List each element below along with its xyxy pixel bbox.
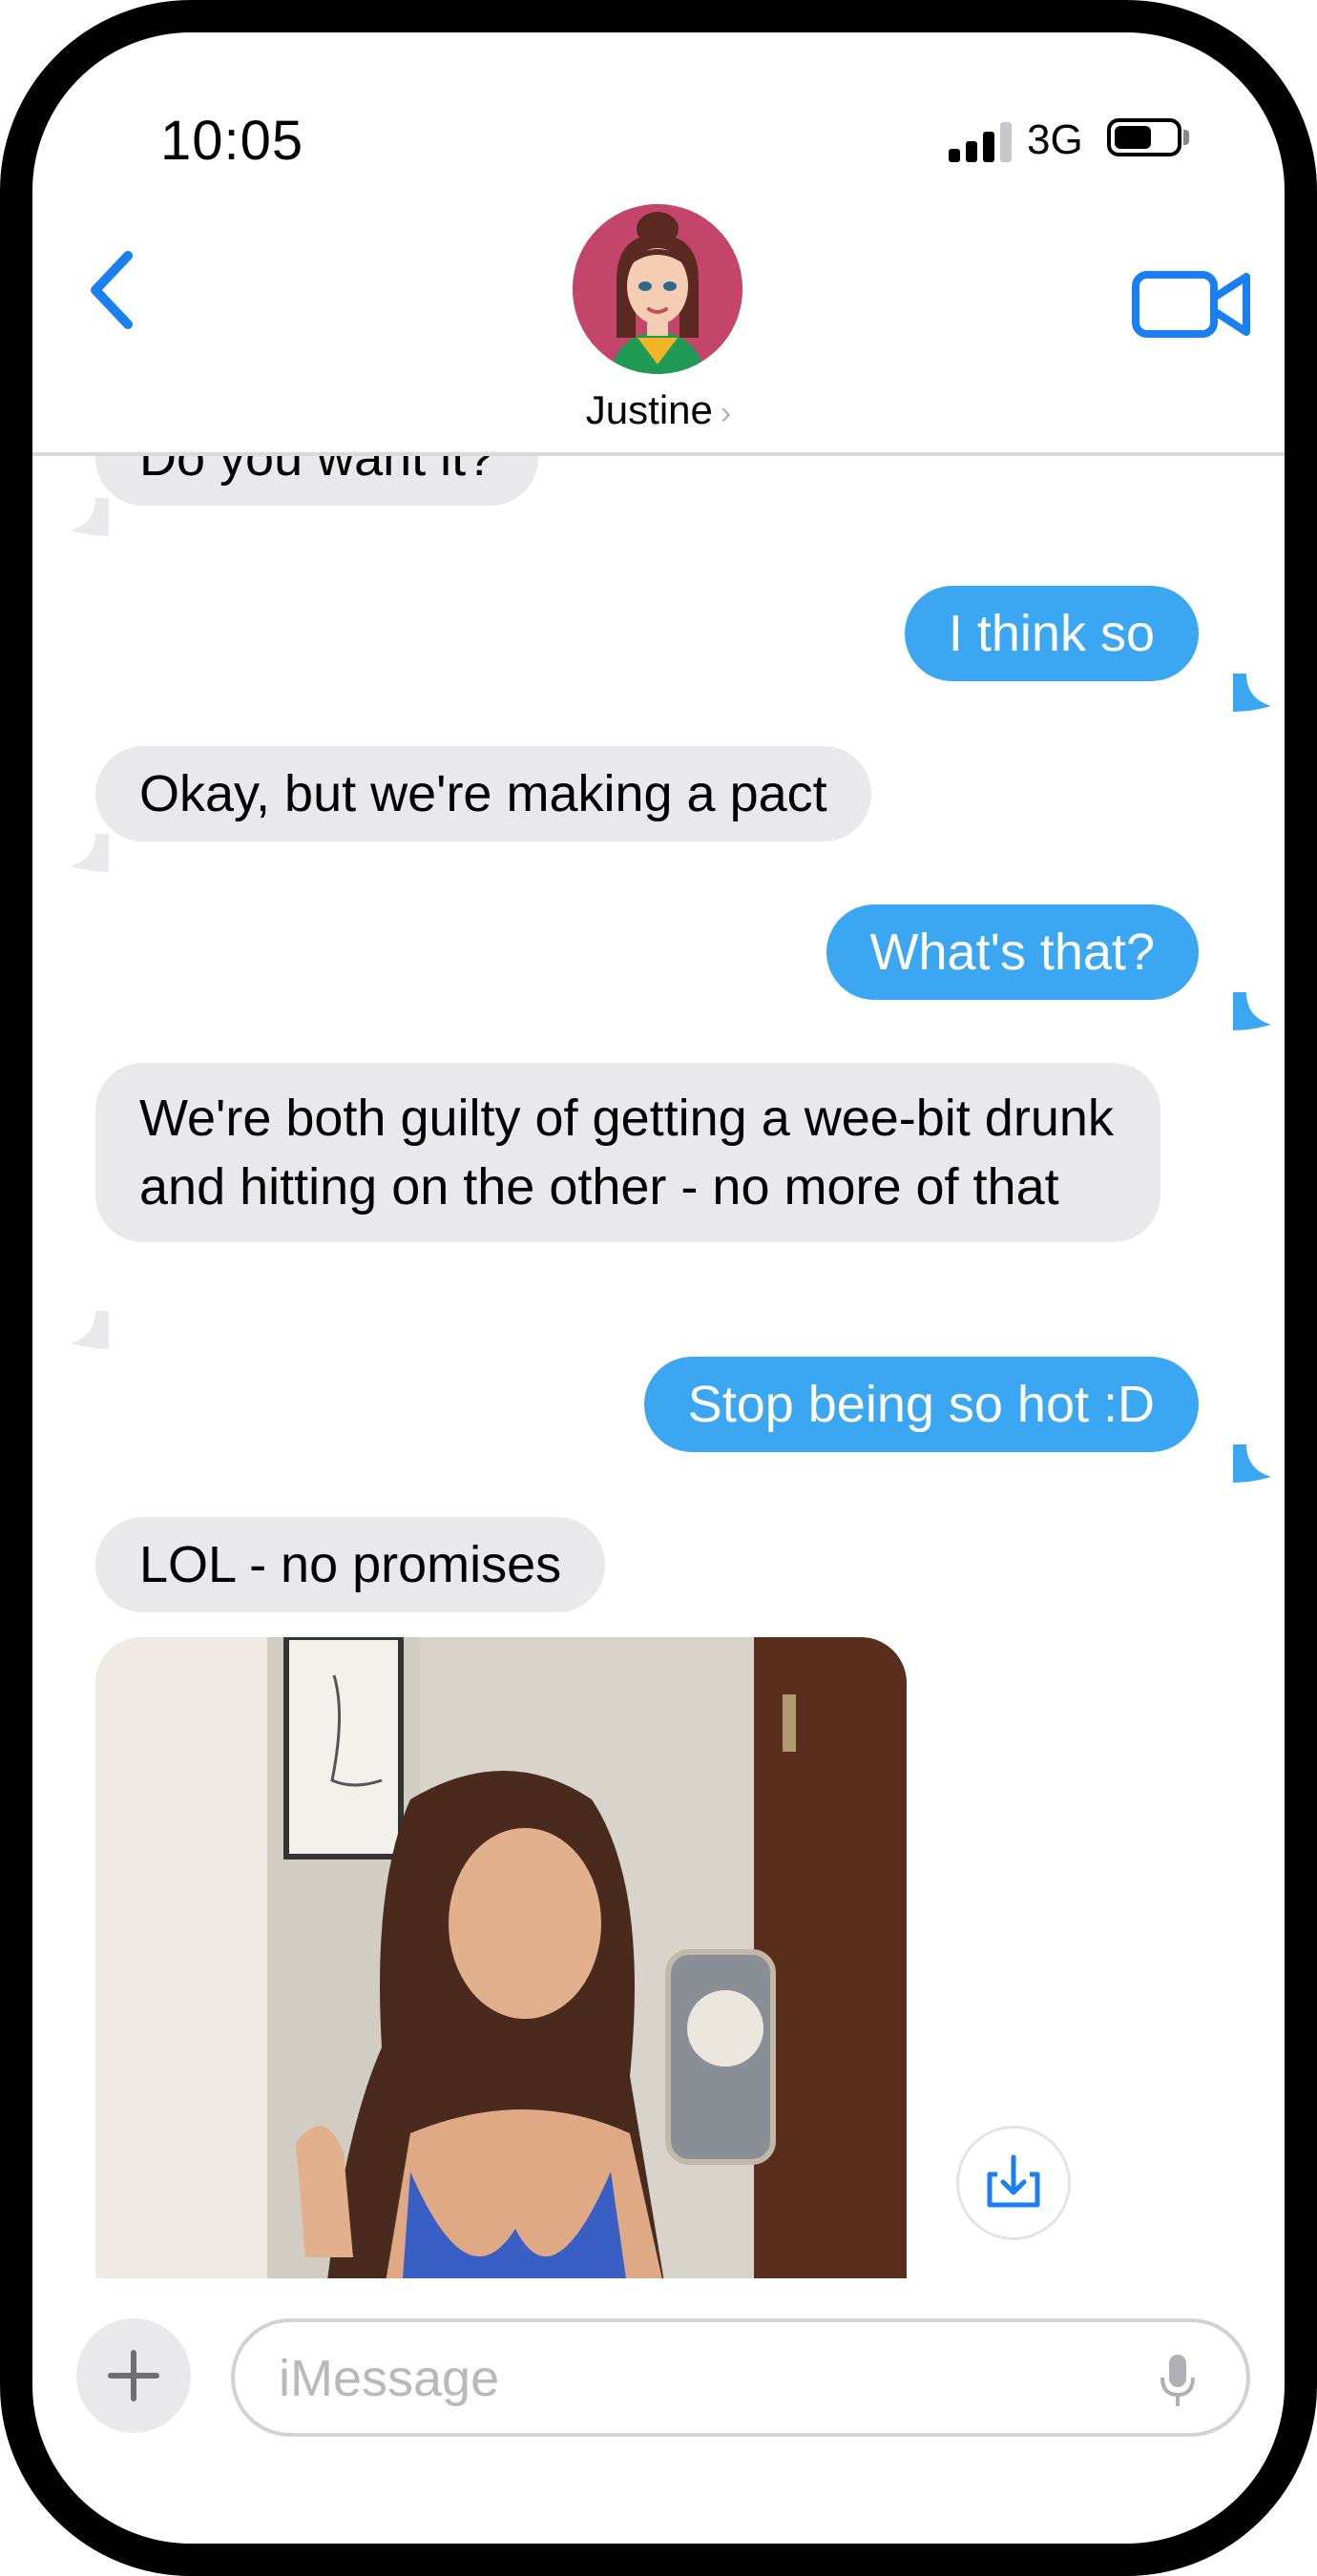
message-bubble-incoming[interactable]: We're both guilty of getting a wee-bit d… — [95, 1063, 1160, 1242]
bubble-tail — [71, 498, 109, 536]
download-button[interactable] — [956, 2126, 1071, 2240]
network-type: 3G — [1027, 116, 1083, 163]
chevron-right-icon: › — [720, 395, 732, 431]
message-input-field[interactable] — [231, 2318, 1250, 2437]
video-call-button[interactable] — [1130, 261, 1254, 347]
avatar-illustration — [573, 204, 742, 374]
screen: 10:05 3G Justine › Do you want it? I thi… — [32, 32, 1285, 2544]
bubble-tail — [71, 1311, 109, 1349]
message-bubble-outgoing[interactable]: I think so — [904, 586, 1199, 681]
message-bubble-incoming[interactable]: Okay, but we're making a pact — [95, 746, 871, 841]
message-bubble-incoming[interactable]: Do you want it? — [95, 456, 539, 506]
bubble-tail — [1233, 992, 1271, 1030]
phone-frame: 10:05 3G Justine › Do you want it? I thi… — [0, 0, 1317, 2576]
message-bubble-outgoing[interactable]: What's that? — [826, 904, 1199, 1000]
contact-name-label: Justine — [585, 387, 713, 432]
message-bubble-outgoing[interactable]: Stop being so hot :D — [643, 1357, 1199, 1452]
contact-name[interactable]: Justine › — [32, 387, 1285, 433]
avatar[interactable] — [573, 204, 742, 374]
plus-icon — [108, 2350, 159, 2401]
bubble-tail — [1233, 674, 1271, 712]
photo-image — [95, 1637, 907, 2278]
video-camera-icon — [1132, 271, 1250, 338]
bubble-tail — [71, 834, 109, 872]
bubble-tail — [1233, 1444, 1271, 1483]
add-attachment-button[interactable] — [76, 2318, 191, 2433]
back-button[interactable] — [71, 233, 147, 347]
photo-attachment[interactable] — [95, 1637, 907, 2278]
download-icon — [987, 2154, 1040, 2208]
message-input[interactable] — [277, 2339, 1120, 2418]
battery-icon — [1107, 118, 1181, 156]
message-thread[interactable]: Do you want it? I think so Okay, but we'… — [32, 456, 1285, 2278]
signal-strength-icon — [949, 122, 1015, 162]
message-bubble-incoming[interactable]: LOL - no promises — [95, 1517, 606, 1612]
mic-button[interactable] — [1157, 2351, 1199, 2410]
status-time: 10:05 — [160, 110, 304, 172]
microphone-icon — [1160, 2355, 1195, 2406]
chevron-left-icon — [91, 251, 133, 329]
battery-tip — [1183, 130, 1189, 145]
